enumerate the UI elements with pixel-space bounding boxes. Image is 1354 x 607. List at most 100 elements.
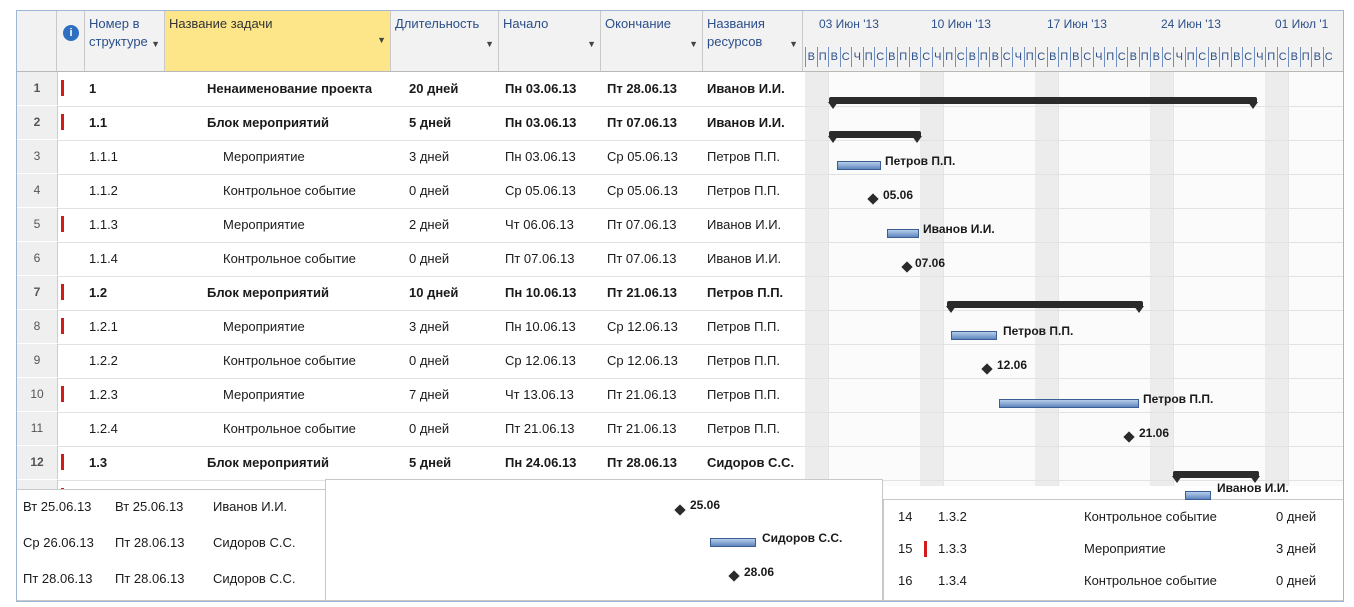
task-name-cell[interactable]: Контрольное событие — [1084, 564, 1217, 597]
task-name-cell[interactable]: Блок мероприятий — [207, 106, 329, 139]
task-name-cell[interactable]: Блок мероприятий — [207, 446, 329, 479]
finish-column-header[interactable]: Окончание ▼ — [601, 11, 703, 71]
resource-cell[interactable]: Петров П.П. — [707, 378, 780, 411]
duration-cell[interactable]: 0 дней — [1276, 500, 1316, 533]
wbs-cell[interactable]: 1.2 — [89, 276, 107, 309]
summary-bar-1-2[interactable] — [946, 301, 1144, 313]
summary-bar-1-1[interactable] — [828, 131, 922, 143]
finish-cell[interactable]: Ср 05.06.13 — [607, 174, 678, 207]
table-row[interactable]: 5 1.1.3 Мероприятие 2 дней Чт 06.06.13 Пт 07.… — [17, 208, 1343, 243]
finish-cell[interactable]: Вт 25.06.13 — [115, 490, 183, 523]
row-number[interactable]: 5 — [17, 208, 58, 241]
row-number[interactable]: 12 — [17, 446, 58, 479]
task-bar-1-3-3[interactable] — [710, 538, 756, 547]
table-row[interactable]: 7 1.2 Блок мероприятий 10 дней Пн 10.06.13 Пт… — [17, 276, 1343, 311]
finish-cell[interactable]: Ср 12.06.13 — [607, 344, 678, 377]
task-name-cell[interactable]: Мероприятие — [223, 378, 305, 411]
task-name-cell[interactable]: Контрольное событие — [223, 412, 356, 445]
table-row[interactable]: 12 1.3 Блок мероприятий 5 дней Пн 24.06.13 Пт… — [17, 446, 1343, 481]
start-cell[interactable]: Чт 06.06.13 — [505, 208, 574, 241]
start-cell[interactable]: Пн 03.06.13 — [505, 106, 576, 139]
summary-bar-1-3[interactable] — [1172, 471, 1260, 483]
wbs-cell[interactable]: 1.1.4 — [89, 242, 118, 275]
wbs-cell[interactable]: 1.2.1 — [89, 310, 118, 343]
finish-cell[interactable]: Пт 07.06.13 — [607, 106, 677, 139]
resource-cell[interactable]: Иванов И.И. — [707, 106, 785, 139]
project-summary-bar[interactable] — [828, 97, 1258, 109]
resource-cell[interactable]: Петров П.П. — [707, 344, 780, 377]
finish-cell[interactable]: Пт 28.06.13 — [607, 72, 677, 105]
start-cell[interactable]: Пт 28.06.13 — [23, 562, 93, 595]
resource-cell[interactable]: Петров П.П. — [707, 140, 780, 173]
table-row[interactable]: 8 1.2.1 Мероприятие 3 дней Пн 10.06.13 Ср 12.… — [17, 310, 1343, 345]
resource-cell[interactable]: Сидоров С.С. — [707, 446, 794, 479]
resource-cell[interactable]: Петров П.П. — [707, 174, 780, 207]
finish-cell[interactable]: Ср 12.06.13 — [607, 310, 678, 343]
wbs-cell[interactable]: 1.1.2 — [89, 174, 118, 207]
wbs-cell[interactable]: 1.1.1 — [89, 140, 118, 173]
finish-cell[interactable]: Пт 07.06.13 — [607, 242, 677, 275]
resources-column-header[interactable]: Названия ресурсов ▼ — [703, 11, 803, 71]
chevron-down-icon[interactable]: ▼ — [377, 31, 386, 49]
task-bar-1-1-1[interactable] — [837, 161, 881, 170]
start-cell[interactable]: Пт 21.06.13 — [505, 412, 575, 445]
table-row[interactable]: 6 1.1.4 Контрольное событие 0 дней Пт 07.06.… — [17, 242, 1343, 277]
resource-cell[interactable]: Иванов И.И. — [707, 208, 781, 241]
row-number[interactable]: 6 — [17, 242, 58, 275]
wbs-cell[interactable]: 1.2.3 — [89, 378, 118, 411]
row-number[interactable]: 15 — [898, 532, 912, 565]
table-row[interactable]: 2 1.1 Блок мероприятий 5 дней Пн 03.06.13 Пт … — [17, 106, 1343, 141]
row-number[interactable]: 7 — [17, 276, 58, 309]
wbs-cell[interactable]: 1.3.4 — [938, 564, 967, 597]
start-cell[interactable]: Пн 03.06.13 — [505, 140, 576, 173]
row-number[interactable]: 2 — [17, 106, 58, 139]
row-number[interactable]: 8 — [17, 310, 58, 343]
duration-cell[interactable]: 0 дней — [409, 344, 449, 377]
task-name-cell[interactable]: Мероприятие — [1084, 532, 1166, 565]
wbs-cell[interactable]: 1.3.3 — [938, 532, 967, 565]
chevron-down-icon[interactable]: ▼ — [485, 35, 494, 53]
start-cell[interactable]: Пт 07.06.13 — [505, 242, 575, 275]
task-name-cell[interactable]: Контрольное событие — [223, 174, 356, 207]
duration-cell[interactable]: 2 дней — [409, 208, 449, 241]
start-cell[interactable]: Вт 25.06.13 — [23, 490, 91, 523]
table-row[interactable]: 4 1.1.2 Контрольное событие 0 дней Ср 05.06.… — [17, 174, 1343, 209]
chevron-down-icon[interactable]: ▼ — [789, 35, 798, 53]
chevron-down-icon[interactable]: ▼ — [151, 35, 160, 53]
chevron-down-icon[interactable]: ▼ — [587, 35, 596, 53]
finish-cell[interactable]: Пт 28.06.13 — [115, 562, 185, 595]
wbs-cell[interactable]: 1.2.2 — [89, 344, 118, 377]
finish-cell[interactable]: Пт 21.06.13 — [607, 378, 677, 411]
start-cell[interactable]: Пн 03.06.13 — [505, 72, 576, 105]
finish-cell[interactable]: Пт 21.06.13 — [607, 412, 677, 445]
chevron-down-icon[interactable]: ▼ — [689, 35, 698, 53]
finish-cell[interactable]: Пт 21.06.13 — [607, 276, 677, 309]
wbs-cell[interactable]: 1 — [89, 72, 96, 105]
duration-cell[interactable]: 3 дней — [1276, 532, 1316, 565]
resource-cell[interactable]: Петров П.П. — [707, 276, 783, 309]
row-number[interactable]: 1 — [17, 72, 58, 105]
resource-cell[interactable]: Иванов И.И. — [707, 72, 785, 105]
duration-cell[interactable]: 5 дней — [409, 446, 451, 479]
wbs-cell[interactable]: 1.3.2 — [938, 500, 967, 533]
table-row[interactable]: 9 1.2.2 Контрольное событие 0 дней Ср 12.06.… — [17, 344, 1343, 379]
indicators-column-header[interactable]: i — [57, 11, 85, 71]
start-cell[interactable]: Пн 24.06.13 — [505, 446, 576, 479]
resource-cell[interactable]: Сидоров С.С. — [213, 526, 295, 559]
resource-cell[interactable]: Петров П.П. — [707, 412, 780, 445]
milestone-diamond[interactable] — [728, 570, 740, 582]
start-cell[interactable]: Ср 05.06.13 — [505, 174, 576, 207]
duration-cell[interactable]: 3 дней — [409, 140, 449, 173]
task-bar-1-2-1[interactable] — [951, 331, 997, 340]
duration-cell[interactable]: 20 дней — [409, 72, 458, 105]
row-number[interactable]: 11 — [17, 412, 58, 445]
duration-cell[interactable]: 3 дней — [409, 310, 449, 343]
start-column-header[interactable]: Начало ▼ — [499, 11, 601, 71]
resource-cell[interactable]: Петров П.П. — [707, 310, 780, 343]
task-bar-1-1-3[interactable] — [887, 229, 919, 238]
wbs-column-header[interactable]: Номер в структуре ▼ — [85, 11, 165, 71]
task-name-cell[interactable]: Мероприятие — [223, 310, 305, 343]
task-name-cell[interactable]: Контрольное событие — [1084, 500, 1217, 533]
row-number[interactable]: 10 — [17, 378, 58, 411]
row-number[interactable]: 3 — [17, 140, 58, 173]
